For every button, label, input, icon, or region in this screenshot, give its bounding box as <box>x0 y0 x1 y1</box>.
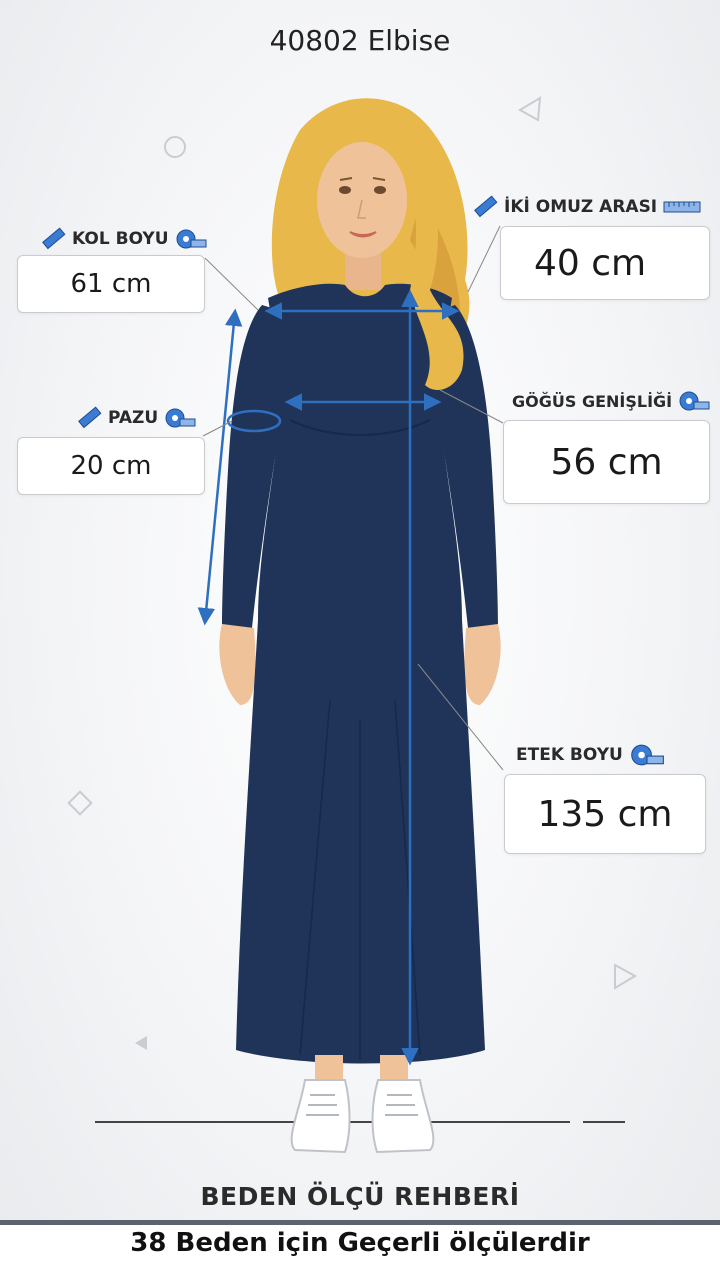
iki-omuz-arasi-label-group: İKİ OMUZ ARASI <box>472 194 701 220</box>
etek-boyu-label: ETEK BOYU <box>516 745 623 765</box>
gogus-genisligi-value: 56 cm <box>550 441 663 483</box>
kol-boyu-value: 61 cm <box>70 269 152 299</box>
tape-measure-icon <box>176 229 207 249</box>
tape-measure-icon <box>631 744 664 766</box>
tape-measure-icon <box>165 408 196 428</box>
pazu-label-group: PAZU <box>76 405 196 431</box>
iki-omuz-arasi-value-box: 40 cm <box>500 226 710 300</box>
pazu-label: PAZU <box>108 408 159 428</box>
size-guide-title: BEDEN ÖLÇÜ REHBERİ <box>200 1182 520 1211</box>
gogus-genisligi-value-box: 56 cm <box>503 420 710 504</box>
model-illustration <box>67 96 638 1154</box>
kol-boyu-label-group: KOL BOYU <box>40 226 207 252</box>
ruler-icon <box>42 227 66 250</box>
size-validity-note: 38 Beden için Geçerli ölçülerdir <box>130 1228 590 1258</box>
iki-omuz-arasi-label: İKİ OMUZ ARASI <box>504 197 658 217</box>
kol-boyu-value-box: 61 cm <box>17 255 205 313</box>
decor-circle <box>164 136 186 158</box>
decor-triangle <box>518 96 542 122</box>
pazu-value: 20 cm <box>70 451 152 481</box>
decor-play <box>614 963 638 990</box>
iki-omuz-arasi-value: 40 cm <box>533 242 647 284</box>
gogus-genisligi-label-group: GÖĞÜS GENİŞLİĞİ <box>512 390 710 412</box>
left-hand <box>219 624 256 705</box>
ruler-icon <box>474 195 498 218</box>
ruler-icon <box>78 406 102 429</box>
left-shoe <box>290 1079 351 1154</box>
ruler-icon <box>663 201 701 213</box>
decor-small-triangle <box>135 1036 147 1050</box>
etek-boyu-value-box: 135 cm <box>504 774 706 854</box>
etek-boyu-label-group: ETEK BOYU <box>516 743 665 767</box>
pazu-value-box: 20 cm <box>17 437 205 495</box>
right-hand <box>464 624 501 705</box>
decor-diamond <box>67 790 93 816</box>
gogus-genisligi-label: GÖĞÜS GENİŞLİĞİ <box>512 391 673 411</box>
kol-boyu-label: KOL BOYU <box>72 229 169 249</box>
right-shoe <box>371 1079 435 1154</box>
etek-boyu-value: 135 cm <box>537 793 673 835</box>
tape-measure-icon <box>679 391 710 411</box>
